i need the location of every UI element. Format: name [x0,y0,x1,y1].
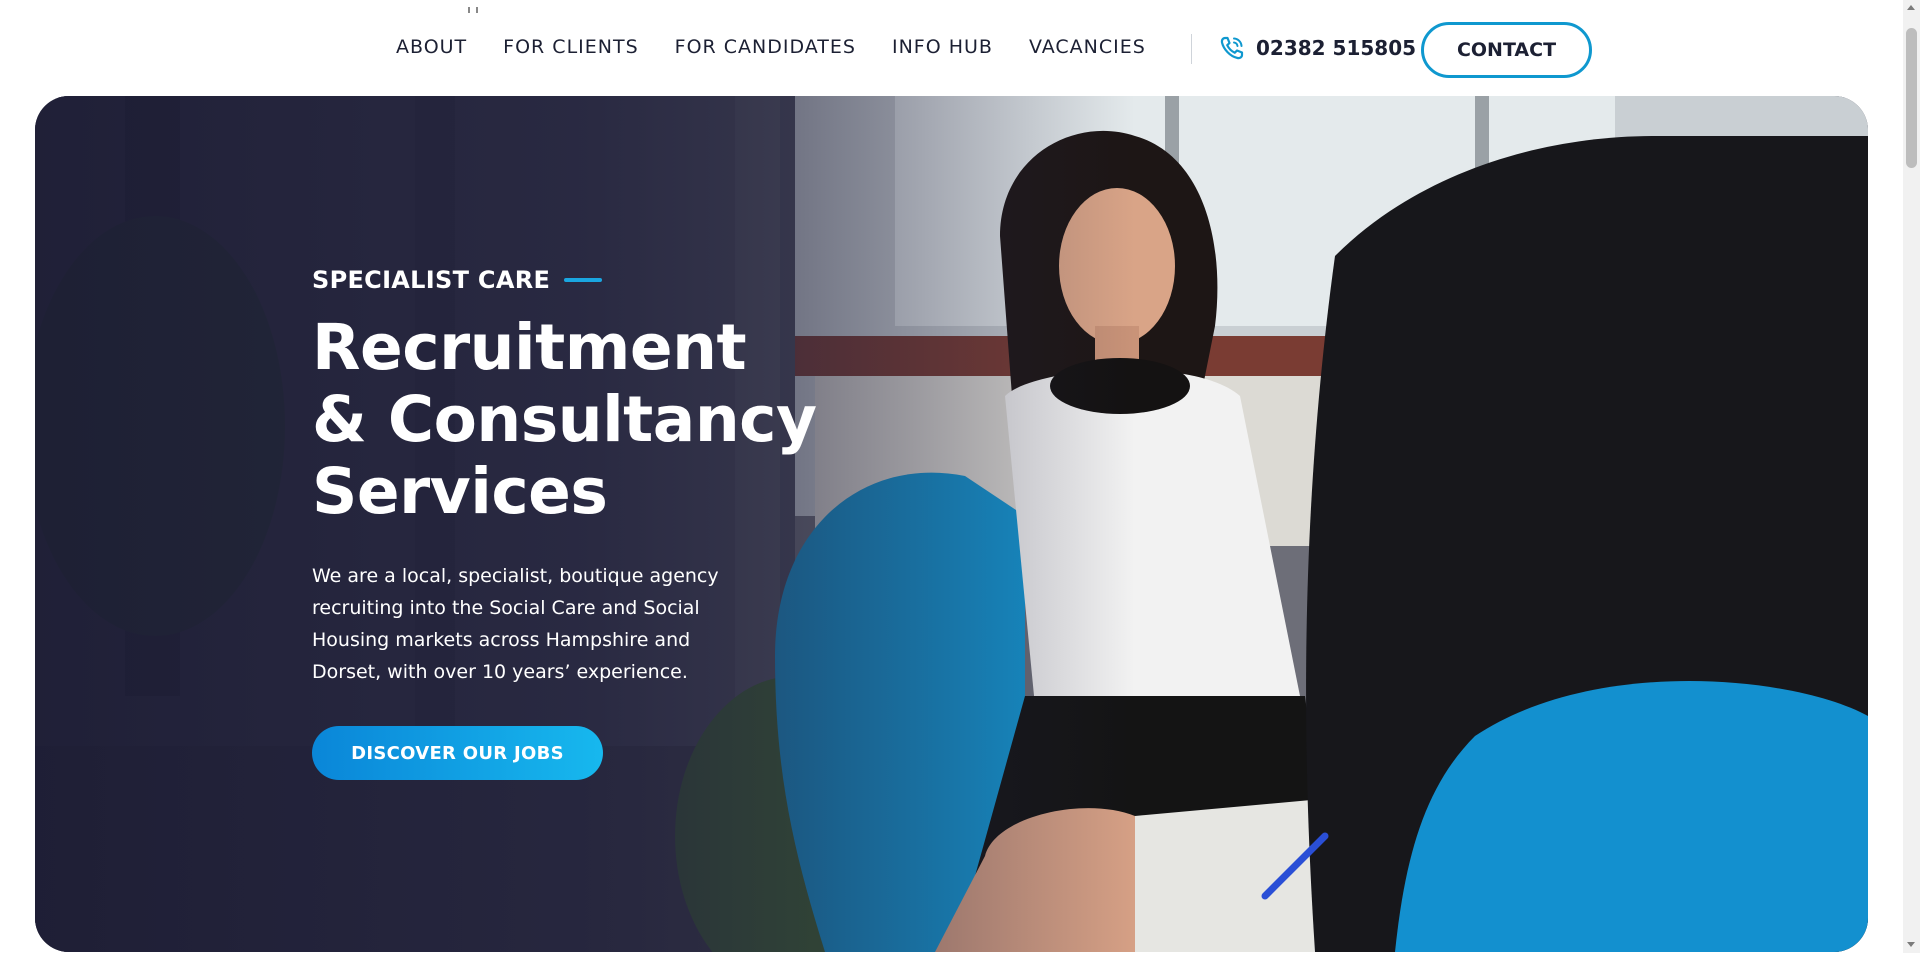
hero-eyebrow: SPECIALIST CARE [312,266,932,294]
hero-overlay [35,96,1868,952]
nav-divider [1191,34,1192,64]
eyebrow-accent-line [564,278,603,282]
hero-description: We are a local, specialist, boutique age… [312,565,719,683]
hero-title-line: Recruitment [312,311,747,384]
logo-fragment[interactable] [468,0,484,13]
phone-icon [1218,34,1246,62]
hero-banner: SPECIALIST CARE Recruitment & Consultanc… [35,96,1868,952]
nav-for-candidates[interactable]: FOR CANDIDATES [675,36,856,58]
main-nav: ABOUT FOR CLIENTS FOR CANDIDATES INFO HU… [396,36,1182,58]
hero-title-line: Services [312,455,608,528]
hero-title: Recruitment & Consultancy Services [312,312,932,528]
hero-content: SPECIALIST CARE Recruitment & Consultanc… [312,266,932,780]
nav-info-hub[interactable]: INFO HUB [892,36,993,58]
eyebrow-text: SPECIALIST CARE [312,266,551,294]
phone-link[interactable]: 02382 515805 [1218,34,1416,62]
page-scrollbar[interactable] [1903,0,1920,953]
scroll-down-arrow-icon[interactable] [1907,942,1915,947]
discover-jobs-button[interactable]: DISCOVER OUR JOBS [312,726,603,780]
site-header: ABOUT FOR CLIENTS FOR CANDIDATES INFO HU… [0,0,1920,97]
scrollbar-thumb[interactable] [1906,28,1917,168]
contact-button[interactable]: CONTACT [1421,22,1592,78]
nav-about[interactable]: ABOUT [396,36,467,58]
phone-number: 02382 515805 [1256,36,1417,60]
nav-for-clients[interactable]: FOR CLIENTS [503,36,638,58]
nav-vacancies[interactable]: VACANCIES [1029,36,1146,58]
hero-title-line: & Consultancy [312,383,817,456]
scroll-up-arrow-icon[interactable] [1907,5,1915,10]
